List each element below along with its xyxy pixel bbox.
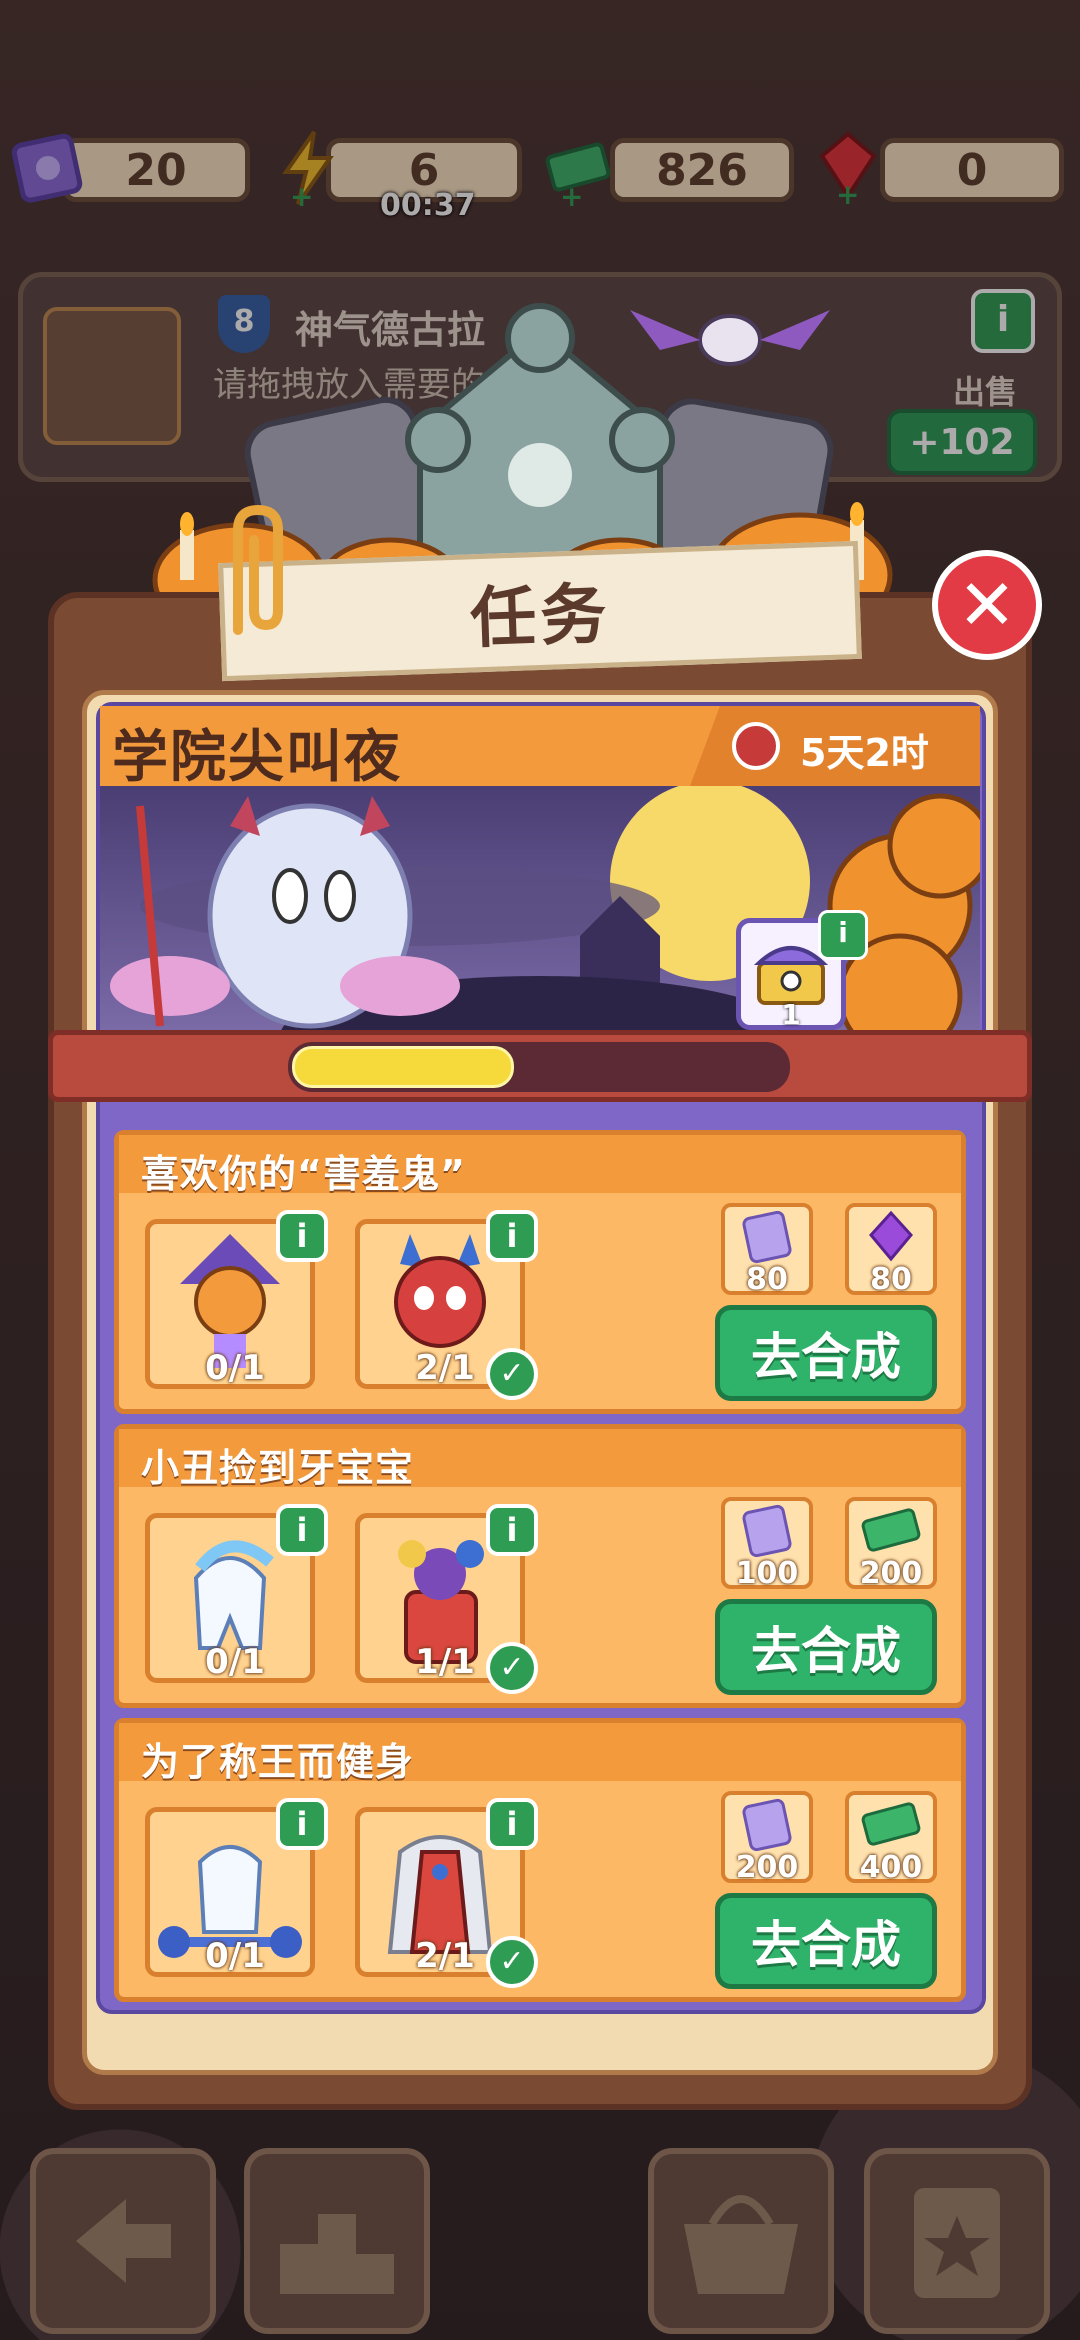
item-count: 0/1 — [205, 1348, 265, 1388]
task-header: 为了称王而健身 — [119, 1723, 961, 1784]
chest-info-icon[interactable]: i — [818, 910, 868, 960]
cash-icon — [861, 1802, 921, 1846]
purple-gem-icon — [869, 1210, 913, 1262]
reward-value: 200 — [735, 1850, 799, 1885]
item-info-icon[interactable]: i — [486, 1798, 538, 1850]
chest-count: 1 — [781, 998, 801, 1031]
basket-icon — [684, 2195, 798, 2294]
merge-button[interactable]: 去合成 — [715, 1893, 937, 1989]
popup-title: 任务 — [468, 575, 612, 658]
required-item-slot[interactable]: i 0/1 — [145, 1210, 328, 1389]
reward-value: 80 — [870, 1262, 912, 1297]
reward-gem: 80 — [845, 1203, 937, 1297]
reward-value: 100 — [735, 1556, 799, 1591]
back-button[interactable] — [30, 2148, 216, 2334]
cash-icon — [861, 1508, 921, 1552]
leaderboard-button[interactable] — [244, 2148, 430, 2334]
merge-button[interactable]: 去合成 — [715, 1599, 937, 1695]
event-banner-scene — [100, 786, 980, 1031]
item-count: 2/1 — [415, 1936, 475, 1976]
close-icon: ✕ — [957, 564, 1017, 646]
reward-value: 80 — [746, 1262, 788, 1297]
required-item-slot[interactable]: i ✓ 2/1 — [355, 1210, 538, 1400]
item-info-icon[interactable]: i — [486, 1210, 538, 1262]
podium-icon — [280, 2214, 394, 2294]
item-count: 0/1 — [205, 1642, 265, 1682]
event-header: 学院尖叫夜 5天2时 — [100, 706, 980, 790]
task-card: 喜欢你的“害羞鬼” i 0/1 i ✓ 2/1 80 80 去合成 — [114, 1130, 966, 1414]
ticket-icon — [742, 1210, 792, 1264]
task-card: 小丑捡到牙宝宝 i 0/1 i ✓ 1/1 100 200 去合成 — [114, 1424, 966, 1708]
reward-ticket: 100 — [721, 1497, 813, 1591]
ticket-icon — [742, 1504, 792, 1558]
required-item-slot[interactable]: i ✓ 1/1 — [355, 1504, 538, 1694]
clipboard-star-icon — [914, 2188, 1000, 2298]
paperclip-icon — [233, 504, 283, 635]
item-info-icon[interactable]: i — [486, 1504, 538, 1556]
reward-ticket: 80 — [721, 1203, 813, 1297]
item-count: 1/1 — [415, 1642, 475, 1682]
event-time-left: 5天2时 — [800, 731, 929, 775]
event-title: 学院尖叫夜 — [112, 725, 402, 790]
task-title: 喜欢你的“害羞鬼” — [141, 1152, 466, 1196]
item-count: 2/1 — [415, 1348, 475, 1388]
task-header: 喜欢你的“害羞鬼” — [119, 1135, 961, 1196]
required-item-slot[interactable]: i 0/1 — [145, 1798, 328, 1977]
task-header: 小丑捡到牙宝宝 — [119, 1429, 961, 1490]
item-count: 0/1 — [205, 1936, 265, 1976]
item-info-icon[interactable]: i — [276, 1798, 328, 1850]
close-button[interactable]: ✕ — [932, 550, 1042, 660]
reward-value: 400 — [859, 1850, 923, 1885]
task-title: 为了称王而健身 — [141, 1740, 415, 1784]
required-item-slot[interactable]: i 0/1 — [145, 1504, 328, 1683]
task-card: 为了称王而健身 i 0/1 i ✓ 2/1 200 400 去合成 — [114, 1718, 966, 2002]
task-title: 小丑捡到牙宝宝 — [141, 1446, 415, 1490]
reward-ticket: 200 — [721, 1791, 813, 1885]
ticket-icon — [742, 1798, 792, 1852]
reward-cash: 400 — [845, 1791, 937, 1885]
reward-cash: 200 — [845, 1497, 937, 1591]
tasks-button[interactable] — [864, 2148, 1050, 2334]
reward-value: 200 — [859, 1556, 923, 1591]
required-item-slot[interactable]: i ✓ 2/1 — [355, 1798, 538, 1988]
merge-button[interactable]: 去合成 — [715, 1305, 937, 1401]
item-info-icon[interactable]: i — [276, 1210, 328, 1262]
clock-icon — [732, 722, 780, 770]
back-arrow-icon — [76, 2199, 171, 2283]
shop-button[interactable] — [648, 2148, 834, 2334]
event-progress-fill — [292, 1046, 514, 1088]
item-info-icon[interactable]: i — [276, 1504, 328, 1556]
event-timer-box: 5天2时 — [690, 706, 980, 786]
